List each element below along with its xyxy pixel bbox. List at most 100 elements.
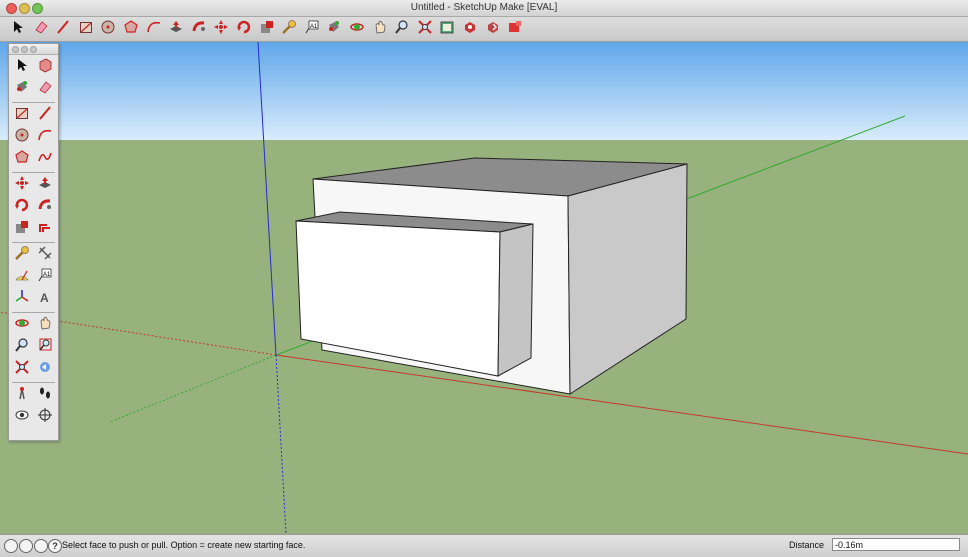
palette-separator bbox=[12, 102, 55, 103]
orbit-icon bbox=[14, 315, 30, 336]
window-title: Untitled - SketchUp Make [EVAL] bbox=[410, 2, 558, 13]
palette-polygon-button[interactable] bbox=[12, 149, 32, 169]
title-bar: Untitled - SketchUp Make [EVAL] bbox=[0, 0, 968, 17]
help-icon[interactable]: ? bbox=[48, 539, 62, 553]
palette-zoom-button[interactable] bbox=[12, 337, 32, 357]
palette-zoom-extents-button[interactable] bbox=[12, 359, 32, 379]
circle-icon bbox=[14, 127, 30, 148]
circle-icon bbox=[100, 19, 116, 40]
toolbar-polygon-button[interactable] bbox=[121, 19, 141, 39]
palette-freehand-button[interactable] bbox=[35, 149, 55, 169]
get-models-icon bbox=[462, 19, 478, 40]
geo-location-icon[interactable] bbox=[4, 539, 18, 553]
palette-title-bar[interactable] bbox=[9, 44, 58, 55]
palette-offset-button[interactable] bbox=[35, 219, 55, 239]
palette-minimize-button[interactable] bbox=[21, 46, 28, 53]
palette-separator bbox=[12, 172, 55, 173]
toolbar-get-models-button[interactable] bbox=[460, 19, 480, 39]
toolbar-circle-button[interactable] bbox=[98, 19, 118, 39]
paint-bucket-icon bbox=[326, 19, 342, 40]
palette-walk-button[interactable] bbox=[35, 385, 55, 405]
palette-text-button[interactable]: A1 bbox=[35, 267, 55, 287]
palette-tape-measure-button[interactable] bbox=[12, 245, 32, 265]
palette-move-button[interactable] bbox=[12, 175, 32, 195]
palette-pan-button[interactable] bbox=[35, 315, 55, 335]
toolbar-zoom-extents-button[interactable] bbox=[415, 19, 435, 39]
previous-view-icon bbox=[37, 359, 53, 380]
palette-3d-text-button[interactable]: A bbox=[35, 289, 55, 309]
user-icon[interactable] bbox=[34, 539, 48, 553]
toolbar-follow-me-button[interactable] bbox=[189, 19, 209, 39]
palette-separator bbox=[12, 242, 55, 243]
toolbar-rotate-button[interactable] bbox=[234, 19, 254, 39]
palette-line-button[interactable] bbox=[35, 105, 55, 125]
palette-zoom-window-button[interactable] bbox=[35, 337, 55, 357]
palette-circle-button[interactable] bbox=[12, 127, 32, 147]
toolbar-paint-bucket-button[interactable] bbox=[324, 19, 344, 39]
dimensions-icon bbox=[37, 245, 53, 266]
toolbar-extension-warehouse-button[interactable] bbox=[505, 19, 525, 39]
toolbar-text-button[interactable]: A1 bbox=[302, 19, 322, 39]
palette-rotate-button[interactable] bbox=[12, 197, 32, 217]
drawing-viewport[interactable] bbox=[0, 42, 968, 534]
status-bar: ? Select face to push or pull. Option = … bbox=[0, 534, 968, 557]
toolbar-select-button[interactable] bbox=[8, 19, 28, 39]
toolbar-line-button[interactable] bbox=[53, 19, 73, 39]
polygon-icon bbox=[123, 19, 139, 40]
palette-protractor-button[interactable] bbox=[12, 267, 32, 287]
toolbar-push-pull-button[interactable] bbox=[166, 19, 186, 39]
toolbar-tape-measure-button[interactable] bbox=[279, 19, 299, 39]
credits-icon[interactable] bbox=[19, 539, 33, 553]
offset-icon bbox=[37, 219, 53, 240]
tape-measure-icon bbox=[281, 19, 297, 40]
palette-axes-button[interactable] bbox=[12, 289, 32, 309]
rotate-icon bbox=[14, 197, 30, 218]
svg-text:A1: A1 bbox=[310, 24, 318, 30]
polygon-icon bbox=[14, 149, 30, 170]
status-message: Select face to push or pull. Option = cr… bbox=[62, 540, 306, 550]
toolbar-orbit-button[interactable] bbox=[347, 19, 367, 39]
push-pull-icon bbox=[168, 19, 184, 40]
zoom-extents-icon bbox=[417, 19, 433, 40]
toolbar-scale-button[interactable] bbox=[257, 19, 277, 39]
svg-text:A: A bbox=[40, 291, 49, 305]
line-icon bbox=[37, 105, 53, 126]
palette-paint-bucket-button[interactable] bbox=[12, 79, 32, 99]
palette-scale-button[interactable] bbox=[12, 219, 32, 239]
palette-eraser-button[interactable] bbox=[35, 79, 55, 99]
move-icon bbox=[213, 19, 229, 40]
palette-zoom-button[interactable] bbox=[30, 46, 37, 53]
palette-position-camera-button[interactable] bbox=[12, 385, 32, 405]
share-model-icon bbox=[485, 19, 501, 40]
toolbar-pan-button[interactable] bbox=[370, 19, 390, 39]
palette-previous-view-button[interactable] bbox=[35, 359, 55, 379]
pan-icon bbox=[37, 315, 53, 336]
toolbar-arc-button[interactable] bbox=[144, 19, 164, 39]
measurement-label: Distance bbox=[789, 540, 825, 550]
section-plane-icon bbox=[37, 407, 53, 428]
palette-orbit-button[interactable] bbox=[12, 315, 32, 335]
rectangle-icon bbox=[78, 19, 94, 40]
arc-icon bbox=[146, 19, 162, 40]
palette-make-component-button[interactable] bbox=[35, 57, 55, 77]
palette-dimensions-button[interactable] bbox=[35, 245, 55, 265]
3d-text-icon: A bbox=[37, 289, 53, 310]
toolbar-eraser-button[interactable] bbox=[31, 19, 51, 39]
toolbar-share-model-button[interactable] bbox=[483, 19, 503, 39]
toolbar-3d-warehouse-button[interactable] bbox=[437, 19, 457, 39]
text-icon: A1 bbox=[304, 19, 320, 40]
palette-look-around-button[interactable] bbox=[12, 407, 32, 427]
palette-close-button[interactable] bbox=[12, 46, 19, 53]
palette-follow-me-button[interactable] bbox=[35, 197, 55, 217]
scene-canvas[interactable] bbox=[0, 42, 968, 534]
toolbar-rectangle-button[interactable] bbox=[76, 19, 96, 39]
palette-push-pull-button[interactable] bbox=[35, 175, 55, 195]
palette-separator bbox=[12, 312, 55, 313]
palette-select-button[interactable] bbox=[12, 57, 32, 77]
toolbar-move-button[interactable] bbox=[211, 19, 231, 39]
palette-rectangle-button[interactable] bbox=[12, 105, 32, 125]
measurement-input[interactable]: -0.16m bbox=[832, 538, 960, 551]
palette-arc-button[interactable] bbox=[35, 127, 55, 147]
palette-section-plane-button[interactable] bbox=[35, 407, 55, 427]
toolbar-zoom-button[interactable] bbox=[392, 19, 412, 39]
